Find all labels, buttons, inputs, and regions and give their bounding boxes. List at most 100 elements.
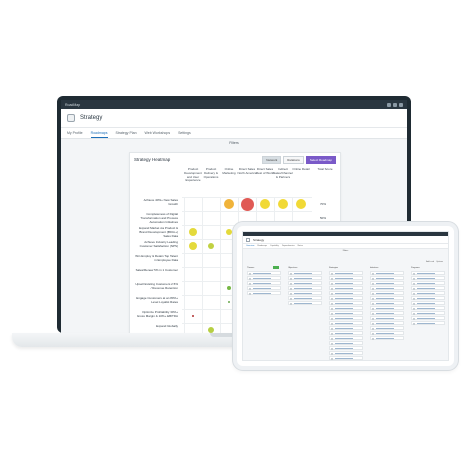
tab-web-workshops[interactable]: Web Workshops: [145, 128, 171, 138]
heatmap-cell-bubble[interactable]: [260, 199, 270, 209]
kanban-card[interactable]: [370, 326, 404, 330]
kanban-card[interactable]: [370, 306, 404, 310]
kanban-card[interactable]: [329, 341, 363, 345]
kanban-card[interactable]: [411, 306, 445, 310]
kanban-card[interactable]: [411, 276, 445, 280]
kanban-column-title: Strategies: [329, 267, 339, 269]
network-toggle-button[interactable]: Network: [262, 156, 282, 164]
kanban-card[interactable]: [411, 286, 445, 290]
select-roadmap-button[interactable]: Select Roadmap: [305, 156, 336, 164]
kanban-card[interactable]: [329, 271, 363, 275]
tablet-filter-toggle[interactable]: Filters: [243, 249, 448, 253]
heatmap-row-label: Achieve Industry Leading Customer Satisf…: [139, 240, 178, 248]
kanban-card[interactable]: [370, 271, 404, 275]
kanban-card[interactable]: [370, 291, 404, 295]
kanban-card[interactable]: [329, 351, 363, 355]
kanban-card[interactable]: [288, 276, 322, 280]
kanban-card[interactable]: [370, 321, 404, 325]
kanban-card[interactable]: [329, 301, 363, 305]
heatmap-cell-bubble[interactable]: [296, 199, 306, 209]
tablet-tab-capability[interactable]: Capability: [270, 245, 279, 247]
kanban-card[interactable]: [370, 281, 404, 285]
kanban-card[interactable]: [329, 326, 363, 330]
heatmap-cell-bubble[interactable]: [208, 243, 214, 249]
kanban-card[interactable]: [370, 296, 404, 300]
kanban-card[interactable]: [329, 306, 363, 310]
filter-label: Filters: [229, 141, 239, 145]
app-topbar: RoadMap: [61, 100, 407, 109]
heatmap-cell-bubble[interactable]: [192, 315, 194, 317]
kanban-column-title: Objectives: [288, 267, 298, 269]
kanban-card[interactable]: [411, 281, 445, 285]
heatmap-cell-bubble[interactable]: [189, 242, 197, 250]
relations-toggle-button[interactable]: Relations: [283, 156, 304, 164]
heatmap-grid-line: [220, 197, 221, 333]
kanban-card[interactable]: [288, 286, 322, 290]
kanban-card[interactable]: [370, 301, 404, 305]
tablet-tab-roadmaps[interactable]: Roadmaps: [257, 245, 267, 247]
tab-my-profile[interactable]: My Profile: [67, 128, 83, 138]
kanban-card[interactable]: [247, 276, 281, 280]
kanban-card[interactable]: [329, 356, 363, 360]
tab-settings[interactable]: Settings: [178, 128, 191, 138]
kanban-card[interactable]: [329, 346, 363, 350]
topbar-icons: [387, 102, 403, 107]
kanban-card[interactable]: [247, 281, 281, 285]
kanban-card[interactable]: [288, 271, 322, 275]
heatmap-row-label: Expand Globally: [156, 324, 178, 328]
heatmap-cell-bubble[interactable]: [226, 229, 232, 235]
kanban-card[interactable]: [370, 331, 404, 335]
heatmap-cell-bubble[interactable]: [227, 286, 231, 290]
kanban-card[interactable]: [411, 321, 445, 325]
tablet-tab-dependencies[interactable]: Dependencies: [282, 245, 295, 247]
kanban-card[interactable]: [329, 286, 363, 290]
kanban-card[interactable]: [411, 311, 445, 315]
tablet-tab-notes[interactable]: Notes: [298, 245, 303, 247]
kanban-column: Programs: [411, 267, 445, 359]
user-icon[interactable]: [399, 102, 403, 107]
kanban-card[interactable]: [370, 286, 404, 290]
add-card-button[interactable]: Add card: [426, 261, 434, 263]
notification-icon[interactable]: [387, 102, 391, 107]
kanban-card[interactable]: [411, 316, 445, 320]
kanban-card[interactable]: [247, 271, 281, 275]
filter-toggle[interactable]: Filters: [61, 139, 407, 147]
kanban-card[interactable]: [370, 336, 404, 340]
kanban-card[interactable]: [329, 296, 363, 300]
kanban-card[interactable]: [411, 271, 445, 275]
heatmap-column-header: Product Development and User Experience: [184, 167, 202, 183]
kanban-card[interactable]: [288, 301, 322, 305]
tab-strategy-plan[interactable]: Strategy Plan: [116, 128, 137, 138]
kanban-card[interactable]: [288, 281, 322, 285]
help-icon[interactable]: [393, 102, 397, 107]
kanban-card[interactable]: [411, 301, 445, 305]
kanban-card[interactable]: [329, 311, 363, 315]
kanban-card[interactable]: [329, 276, 363, 280]
heatmap-cell-bubble[interactable]: [278, 199, 288, 209]
kanban-card[interactable]: [247, 291, 281, 295]
heatmap-cell-bubble[interactable]: [224, 199, 234, 209]
heatmap-cell-bubble[interactable]: [189, 228, 197, 236]
tablet-screen: Strategy Overview Roadmaps Capability Depen…: [242, 231, 449, 361]
kanban-card[interactable]: [247, 286, 281, 290]
kanban-card[interactable]: [329, 291, 363, 295]
heatmap-cell-bubble[interactable]: [240, 197, 254, 211]
kanban-card[interactable]: [329, 316, 363, 320]
kanban-card[interactable]: [411, 291, 445, 295]
kanban-card[interactable]: [329, 336, 363, 340]
tab-roadmaps[interactable]: Roadmaps: [90, 128, 108, 138]
kanban-card[interactable]: [411, 296, 445, 300]
kanban-card[interactable]: [370, 316, 404, 320]
kanban-card[interactable]: [329, 281, 363, 285]
kanban-column: Themes: [247, 267, 281, 359]
tablet-tab-overview[interactable]: Overview: [246, 245, 254, 247]
kanban-card[interactable]: [370, 276, 404, 280]
heatmap-header: Strategy Heatmap Network Relations Selec…: [130, 153, 340, 167]
kanban-card[interactable]: [288, 296, 322, 300]
kanban-card[interactable]: [329, 331, 363, 335]
kanban-card[interactable]: [288, 291, 322, 295]
kanban-card[interactable]: [329, 321, 363, 325]
kanban-card[interactable]: [370, 311, 404, 315]
options-button[interactable]: Options: [436, 261, 443, 263]
heatmap-cell-bubble[interactable]: [228, 301, 230, 303]
